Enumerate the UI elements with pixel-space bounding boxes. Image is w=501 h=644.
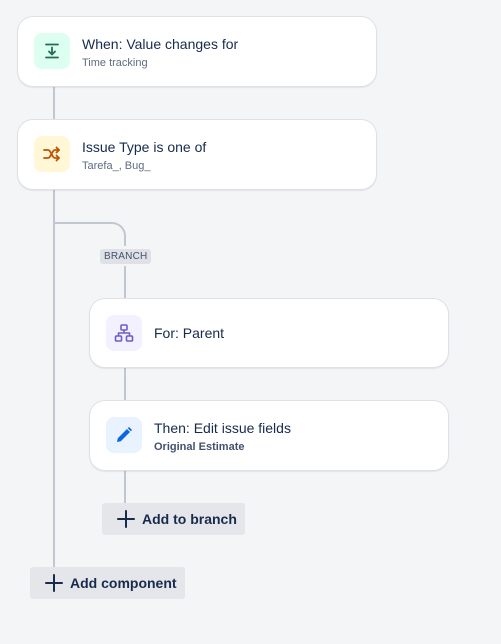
plus-icon	[117, 510, 135, 528]
plus-icon	[45, 574, 63, 592]
field-change-icon	[34, 33, 70, 69]
connector-branch-action	[124, 367, 126, 401]
add-to-branch-label: Add to branch	[142, 511, 237, 527]
condition-card[interactable]: Issue Type is one of Tarefa_, Bug_	[17, 119, 377, 190]
trigger-subtitle: Time tracking	[82, 57, 148, 69]
trigger-title: When: Value changes for	[82, 36, 239, 52]
pencil-icon	[106, 417, 142, 453]
shuffle-icon	[34, 136, 70, 172]
connector-branch-stem	[124, 266, 126, 299]
add-to-branch-button[interactable]: Add to branch	[102, 503, 245, 535]
action-subtitle: Original Estimate	[154, 441, 245, 453]
connector-action-addbranch	[124, 470, 126, 504]
action-card[interactable]: Then: Edit issue fields Original Estimat…	[89, 400, 449, 471]
branch-title: For: Parent	[154, 325, 225, 341]
add-component-label: Add component	[70, 575, 177, 591]
action-title: Then: Edit issue fields	[154, 420, 291, 436]
branch-label: BRANCH	[100, 249, 152, 264]
branch-card[interactable]: For: Parent	[89, 298, 449, 368]
connector-branch-curve	[53, 222, 126, 246]
connector-main-trunk	[53, 189, 55, 579]
condition-title: Issue Type is one of	[82, 139, 207, 155]
connector-trigger-condition	[53, 86, 55, 120]
hierarchy-icon	[106, 315, 142, 351]
condition-subtitle: Tarefa_, Bug_	[82, 160, 151, 172]
add-component-button[interactable]: Add component	[30, 567, 185, 599]
trigger-card[interactable]: When: Value changes for Time tracking	[17, 16, 377, 87]
